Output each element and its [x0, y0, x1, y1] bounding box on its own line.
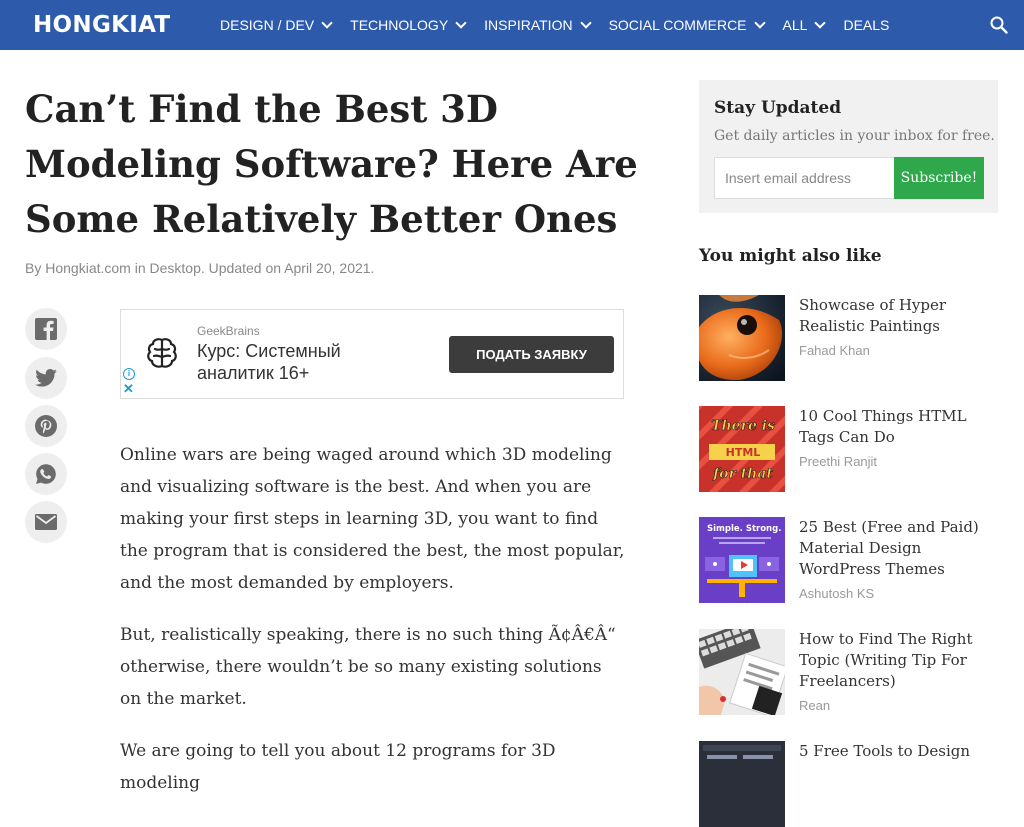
meta-updated: . Updated on April 20, 2021.: [200, 260, 375, 276]
related-item[interactable]: How to Find The Right Topic (Writing Tip…: [699, 629, 999, 715]
related-title[interactable]: How to Find The Right Topic (Writing Tip…: [799, 629, 999, 692]
email-input[interactable]: [714, 157, 894, 199]
share-facebook-button[interactable]: [25, 308, 67, 350]
chevron-down-icon: [753, 17, 766, 29]
nav-item-social-commerce[interactable]: SOCIAL COMMERCE: [608, 17, 766, 33]
related-item[interactable]: 5 Free Tools to Design: [699, 741, 999, 827]
thumb-text: Simple. Strong.: [707, 524, 781, 534]
ad-info-icon[interactable]: i: [123, 368, 135, 380]
related-heading: You might also like: [699, 246, 882, 266]
related-thumbnail: Simple. Strong.: [699, 517, 785, 603]
related-title[interactable]: 5 Free Tools to Design: [799, 741, 999, 762]
site-logo[interactable]: HONGKIAT: [33, 12, 170, 38]
related-thumbnail: [699, 629, 785, 715]
related-thumbnail: [699, 741, 785, 827]
article-paragraph: We are going to tell you about 12 progra…: [120, 741, 556, 793]
related-item[interactable]: Showcase of Hyper Realistic Paintings Fa…: [699, 295, 999, 381]
nav-item-technology[interactable]: TECHNOLOGY: [350, 17, 467, 33]
meta-in: in: [130, 260, 150, 276]
thumb-text: There is: [711, 418, 775, 434]
ad-brand: GeekBrains: [197, 324, 260, 338]
article-paragraph: Online wars are being waged around which…: [120, 445, 625, 593]
nav-item-deals[interactable]: DEALS: [843, 17, 889, 33]
subscribe-button[interactable]: Subscribe!: [894, 157, 984, 199]
share-email-button[interactable]: [25, 501, 67, 543]
related-title[interactable]: Showcase of Hyper Realistic Paintings: [799, 295, 999, 337]
nav-item-design-dev[interactable]: DESIGN / DEV: [220, 17, 333, 33]
thumb-text: for that: [712, 466, 773, 482]
newsletter-box: Stay Updated Get daily articles in your …: [699, 80, 998, 213]
ad-headline[interactable]: Курс: Системный аналитик 16+: [197, 340, 407, 384]
share-twitter-button[interactable]: [25, 357, 67, 399]
related-title[interactable]: 25 Best (Free and Paid) Material Design …: [799, 517, 999, 580]
author-link[interactable]: Hongkiat.com: [45, 260, 131, 276]
brain-logo-icon: [147, 338, 177, 368]
article-title: Can’t Find the Best 3D Modeling Software…: [25, 87, 638, 241]
pinterest-icon: [35, 415, 57, 437]
related-author: Rean: [799, 698, 831, 713]
newsletter-title: Stay Updated: [714, 98, 842, 118]
nav-item-all[interactable]: ALL: [782, 17, 827, 33]
email-icon: [35, 514, 57, 530]
search-icon[interactable]: [990, 16, 1008, 34]
chevron-down-icon: [579, 17, 592, 29]
main-nav: DESIGN / DEV TECHNOLOGY INSPIRATION SOCI…: [220, 0, 908, 50]
chevron-down-icon: [814, 17, 827, 29]
nav-label: INSPIRATION: [484, 17, 573, 33]
twitter-icon: [35, 369, 57, 387]
chevron-down-icon: [455, 17, 467, 29]
facebook-icon: [35, 318, 57, 340]
nav-label: TECHNOLOGY: [350, 17, 449, 33]
whatsapp-icon: [36, 464, 56, 484]
article-paragraph: But, realistically speaking, there is no…: [120, 625, 616, 709]
related-author: Fahad Khan: [799, 343, 870, 358]
nav-label: SOCIAL COMMERCE: [608, 17, 747, 33]
newsletter-subtitle: Get daily articles in your inbox for fre…: [714, 128, 995, 144]
related-title[interactable]: 10 Cool Things HTML Tags Can Do: [799, 406, 999, 448]
share-whatsapp-button[interactable]: [25, 453, 67, 495]
meta-prefix: By: [25, 260, 46, 276]
related-author: Preethi Ranjit: [799, 454, 878, 469]
related-item[interactable]: HTML There is for that 10 Cool Things HT…: [699, 406, 999, 492]
nav-label: ALL: [782, 17, 808, 33]
nav-label: DESIGN / DEV: [220, 17, 315, 33]
related-item[interactable]: Simple. Strong. 25 Best (Free and Paid) …: [699, 517, 999, 603]
ad-apply-button[interactable]: ПОДАТЬ ЗАЯВКУ: [449, 336, 614, 373]
related-thumbnail: HTML There is for that: [699, 406, 785, 492]
related-thumbnail: [699, 295, 785, 381]
category-link[interactable]: Desktop: [150, 260, 201, 276]
nav-item-inspiration[interactable]: INSPIRATION: [484, 17, 592, 33]
top-navigation-bar: HONGKIAT DESIGN / DEV TECHNOLOGY INSPIRA…: [0, 0, 1024, 50]
thumb-text: HTML: [726, 446, 761, 459]
share-pinterest-button[interactable]: [25, 405, 67, 447]
nav-label: DEALS: [843, 17, 890, 33]
related-author: Ashutosh KS: [799, 586, 875, 601]
article-meta: By Hongkiat.com in Desktop. Updated on A…: [25, 260, 374, 276]
chevron-down-icon: [321, 17, 333, 29]
advertisement-banner[interactable]: GeekBrains Курс: Системный аналитик 16+ …: [120, 309, 624, 399]
ad-close-icon[interactable]: ✕: [123, 382, 134, 395]
